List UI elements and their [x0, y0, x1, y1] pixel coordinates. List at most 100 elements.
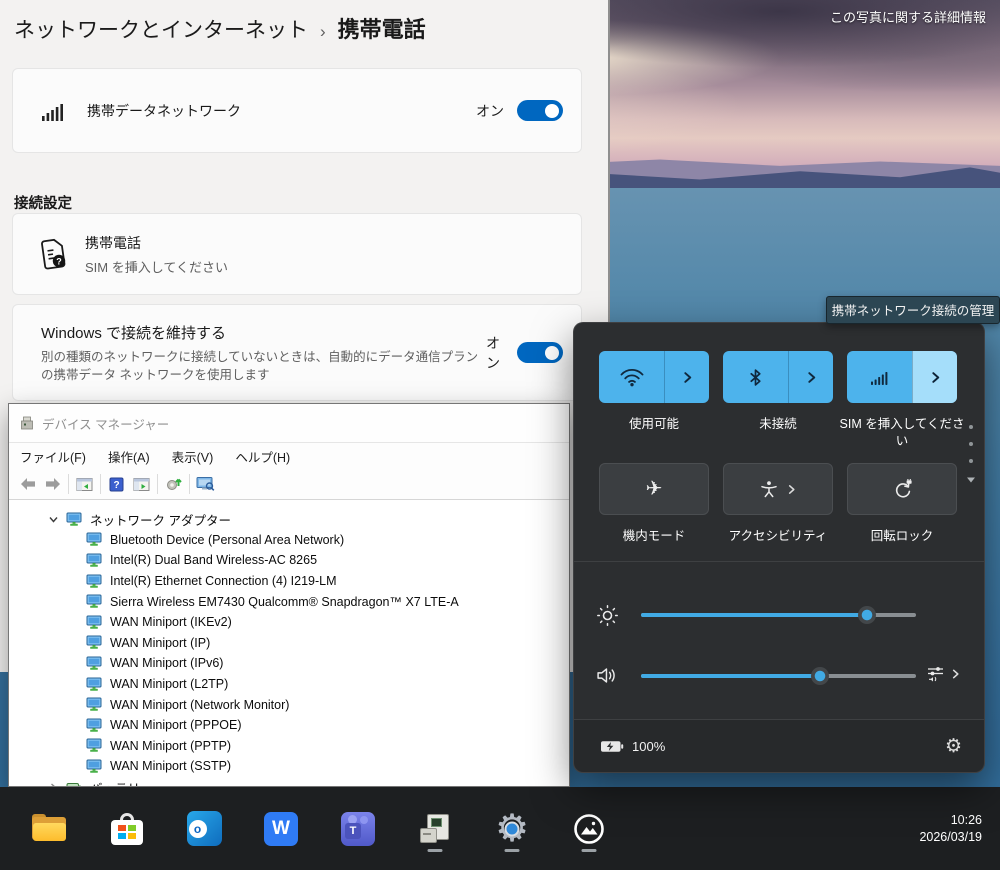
sim-status-card[interactable]: ? 携帯電話 SIM を挿入してください — [12, 213, 582, 295]
forward-icon[interactable] — [40, 472, 65, 496]
wifi-icon[interactable] — [599, 351, 664, 403]
device-manager-title: デバイス マネージャー — [42, 414, 169, 433]
file-explorer-icon — [32, 814, 68, 843]
tree-item[interactable]: Intel(R) Dual Band Wireless-AC 8265 — [10, 550, 568, 571]
network-adapter-icon — [66, 512, 82, 527]
clock-date: 2026/03/19 — [919, 829, 982, 846]
tree-category-battery[interactable]: バッテリ — [10, 777, 568, 786]
outlook-button[interactable]: o — [184, 805, 224, 853]
device-manager-app-icon — [19, 416, 34, 431]
network-adapter-icon — [86, 697, 102, 712]
microsoft-store-button[interactable] — [107, 805, 147, 853]
taskbar-clock[interactable]: 10:26 2026/03/19 — [919, 812, 982, 846]
network-adapter-icon — [86, 553, 102, 568]
airplane-mode-label: 機内モード — [590, 528, 718, 545]
breadcrumb-parent[interactable]: ネットワークとインターネット — [14, 14, 308, 44]
battery-status-icon[interactable] — [600, 739, 624, 754]
menu-view[interactable]: 表示(V) — [161, 447, 225, 466]
tree-item[interactable]: WAN Miniport (IPv6) — [10, 653, 568, 674]
audio-output-chevron-icon — [950, 668, 961, 680]
quick-settings-pagination[interactable] — [966, 425, 976, 484]
rotation-lock-tile[interactable] — [847, 463, 957, 515]
chevron-down-icon[interactable] — [48, 514, 59, 525]
keep-connected-toggle[interactable] — [517, 342, 563, 363]
volume-icon — [596, 666, 619, 690]
teams-button[interactable]: T — [338, 805, 378, 853]
audio-output-selector[interactable] — [926, 665, 961, 683]
tree-item[interactable]: WAN Miniport (PPTP) — [10, 736, 568, 757]
bluetooth-tile[interactable] — [723, 351, 833, 403]
cellular-tile[interactable] — [847, 351, 957, 403]
back-icon[interactable] — [15, 472, 40, 496]
bluetooth-icon[interactable] — [723, 351, 788, 403]
photos-taskbar-button[interactable] — [569, 805, 609, 853]
tree-item[interactable]: WAN Miniport (SSTP) — [10, 756, 568, 777]
help-icon[interactable]: ? — [104, 472, 129, 496]
tree-item-label: Bluetooth Device (Personal Area Network) — [110, 533, 344, 547]
tree-item[interactable]: Sierra Wireless EM7430 Qualcomm® Snapdra… — [10, 591, 568, 612]
cellular-toggle-state: オン — [476, 101, 504, 121]
sim-card-icon: ? — [39, 237, 69, 271]
cellular-data-label: 携帯データネットワーク — [87, 101, 241, 121]
battery-device-icon — [66, 780, 82, 786]
settings-taskbar-button[interactable]: ⚙ — [492, 805, 532, 853]
network-adapter-icon — [86, 656, 102, 671]
photos-icon — [572, 812, 606, 846]
volume-slider[interactable] — [641, 674, 916, 678]
tree-item[interactable]: WAN Miniport (IKEv2) — [10, 612, 568, 633]
tree-item[interactable]: WAN Miniport (PPPOE) — [10, 715, 568, 736]
wifi-tile[interactable] — [599, 351, 709, 403]
device-manager-taskbar-button[interactable] — [415, 805, 455, 853]
quick-settings-gear-icon[interactable]: ⚙ — [945, 737, 962, 756]
console-tree-icon[interactable] — [72, 472, 97, 496]
wps-office-button[interactable]: W — [261, 805, 301, 853]
file-explorer-button[interactable] — [30, 805, 70, 853]
wifi-expand-chevron-icon[interactable] — [664, 351, 709, 403]
tree-item[interactable]: WAN Miniport (L2TP) — [10, 674, 568, 695]
device-manager-titlebar[interactable]: デバイス マネージャー — [9, 404, 569, 442]
airplane-icon: ✈ — [646, 479, 663, 499]
menu-file[interactable]: ファイル(F) — [9, 447, 97, 466]
spotlight-info-link[interactable]: この写真に関する詳細情報 — [820, 8, 996, 27]
tree-item[interactable]: Intel(R) Ethernet Connection (4) I219-LM — [10, 571, 568, 592]
brightness-slider[interactable] — [641, 613, 916, 617]
tree-item-label: WAN Miniport (IPv6) — [110, 656, 223, 670]
tree-item[interactable]: Bluetooth Device (Personal Area Network) — [10, 530, 568, 551]
cellular-data-toggle[interactable] — [517, 100, 563, 121]
volume-slider-fill — [641, 674, 820, 678]
sim-card-subtitle: SIM を挿入してください — [85, 257, 228, 276]
tree-item[interactable]: WAN Miniport (IP) — [10, 633, 568, 654]
brightness-slider-thumb[interactable] — [858, 606, 876, 624]
device-manager-menubar: ファイル(F) 操作(A) 表示(V) ヘルプ(H) — [9, 442, 569, 470]
cellular-expand-chevron-icon[interactable] — [912, 351, 957, 403]
battery-percent-label: 100% — [632, 739, 665, 754]
signal-bars-icon — [41, 100, 65, 122]
network-adapter-icon — [86, 677, 102, 692]
breadcrumb: ネットワークとインターネット › 携帯電話 — [14, 12, 426, 44]
outlook-icon: o — [187, 811, 222, 846]
computer-search-icon[interactable] — [193, 472, 218, 496]
airplane-mode-tile[interactable]: ✈ — [599, 463, 709, 515]
scan-hardware-icon[interactable] — [161, 472, 186, 496]
volume-slider-thumb[interactable] — [811, 667, 829, 685]
running-indicator — [428, 849, 443, 852]
divider — [574, 561, 984, 562]
device-tree: ネットワーク アダプター Bluetooth Device (Personal … — [10, 500, 568, 786]
menu-action[interactable]: 操作(A) — [97, 447, 161, 466]
scroll-down-arrow-icon[interactable] — [966, 476, 976, 484]
wifi-tile-label: 使用可能 — [590, 416, 718, 433]
cellular-data-card: 携帯データネットワーク オン — [12, 68, 582, 153]
chevron-right-icon[interactable] — [48, 782, 59, 786]
cellular-bars-icon[interactable] — [847, 351, 912, 403]
menu-help[interactable]: ヘルプ(H) — [224, 447, 301, 466]
tree-item[interactable]: WAN Miniport (Network Monitor) — [10, 694, 568, 715]
tree-category-label: ネットワーク アダプター — [90, 510, 231, 529]
tree-category-network-adapters[interactable]: ネットワーク アダプター — [10, 509, 568, 530]
sim-card-title: 携帯電話 — [85, 233, 228, 253]
properties-icon[interactable] — [129, 472, 154, 496]
accessibility-tile[interactable] — [723, 463, 833, 515]
desktop: この写真に関する詳細情報 ネットワークとインターネット › 携帯電話 携帯データ… — [0, 0, 1000, 870]
bluetooth-expand-chevron-icon[interactable] — [788, 351, 833, 403]
breadcrumb-separator-icon: › — [320, 22, 326, 42]
network-adapter-icon — [86, 615, 102, 630]
